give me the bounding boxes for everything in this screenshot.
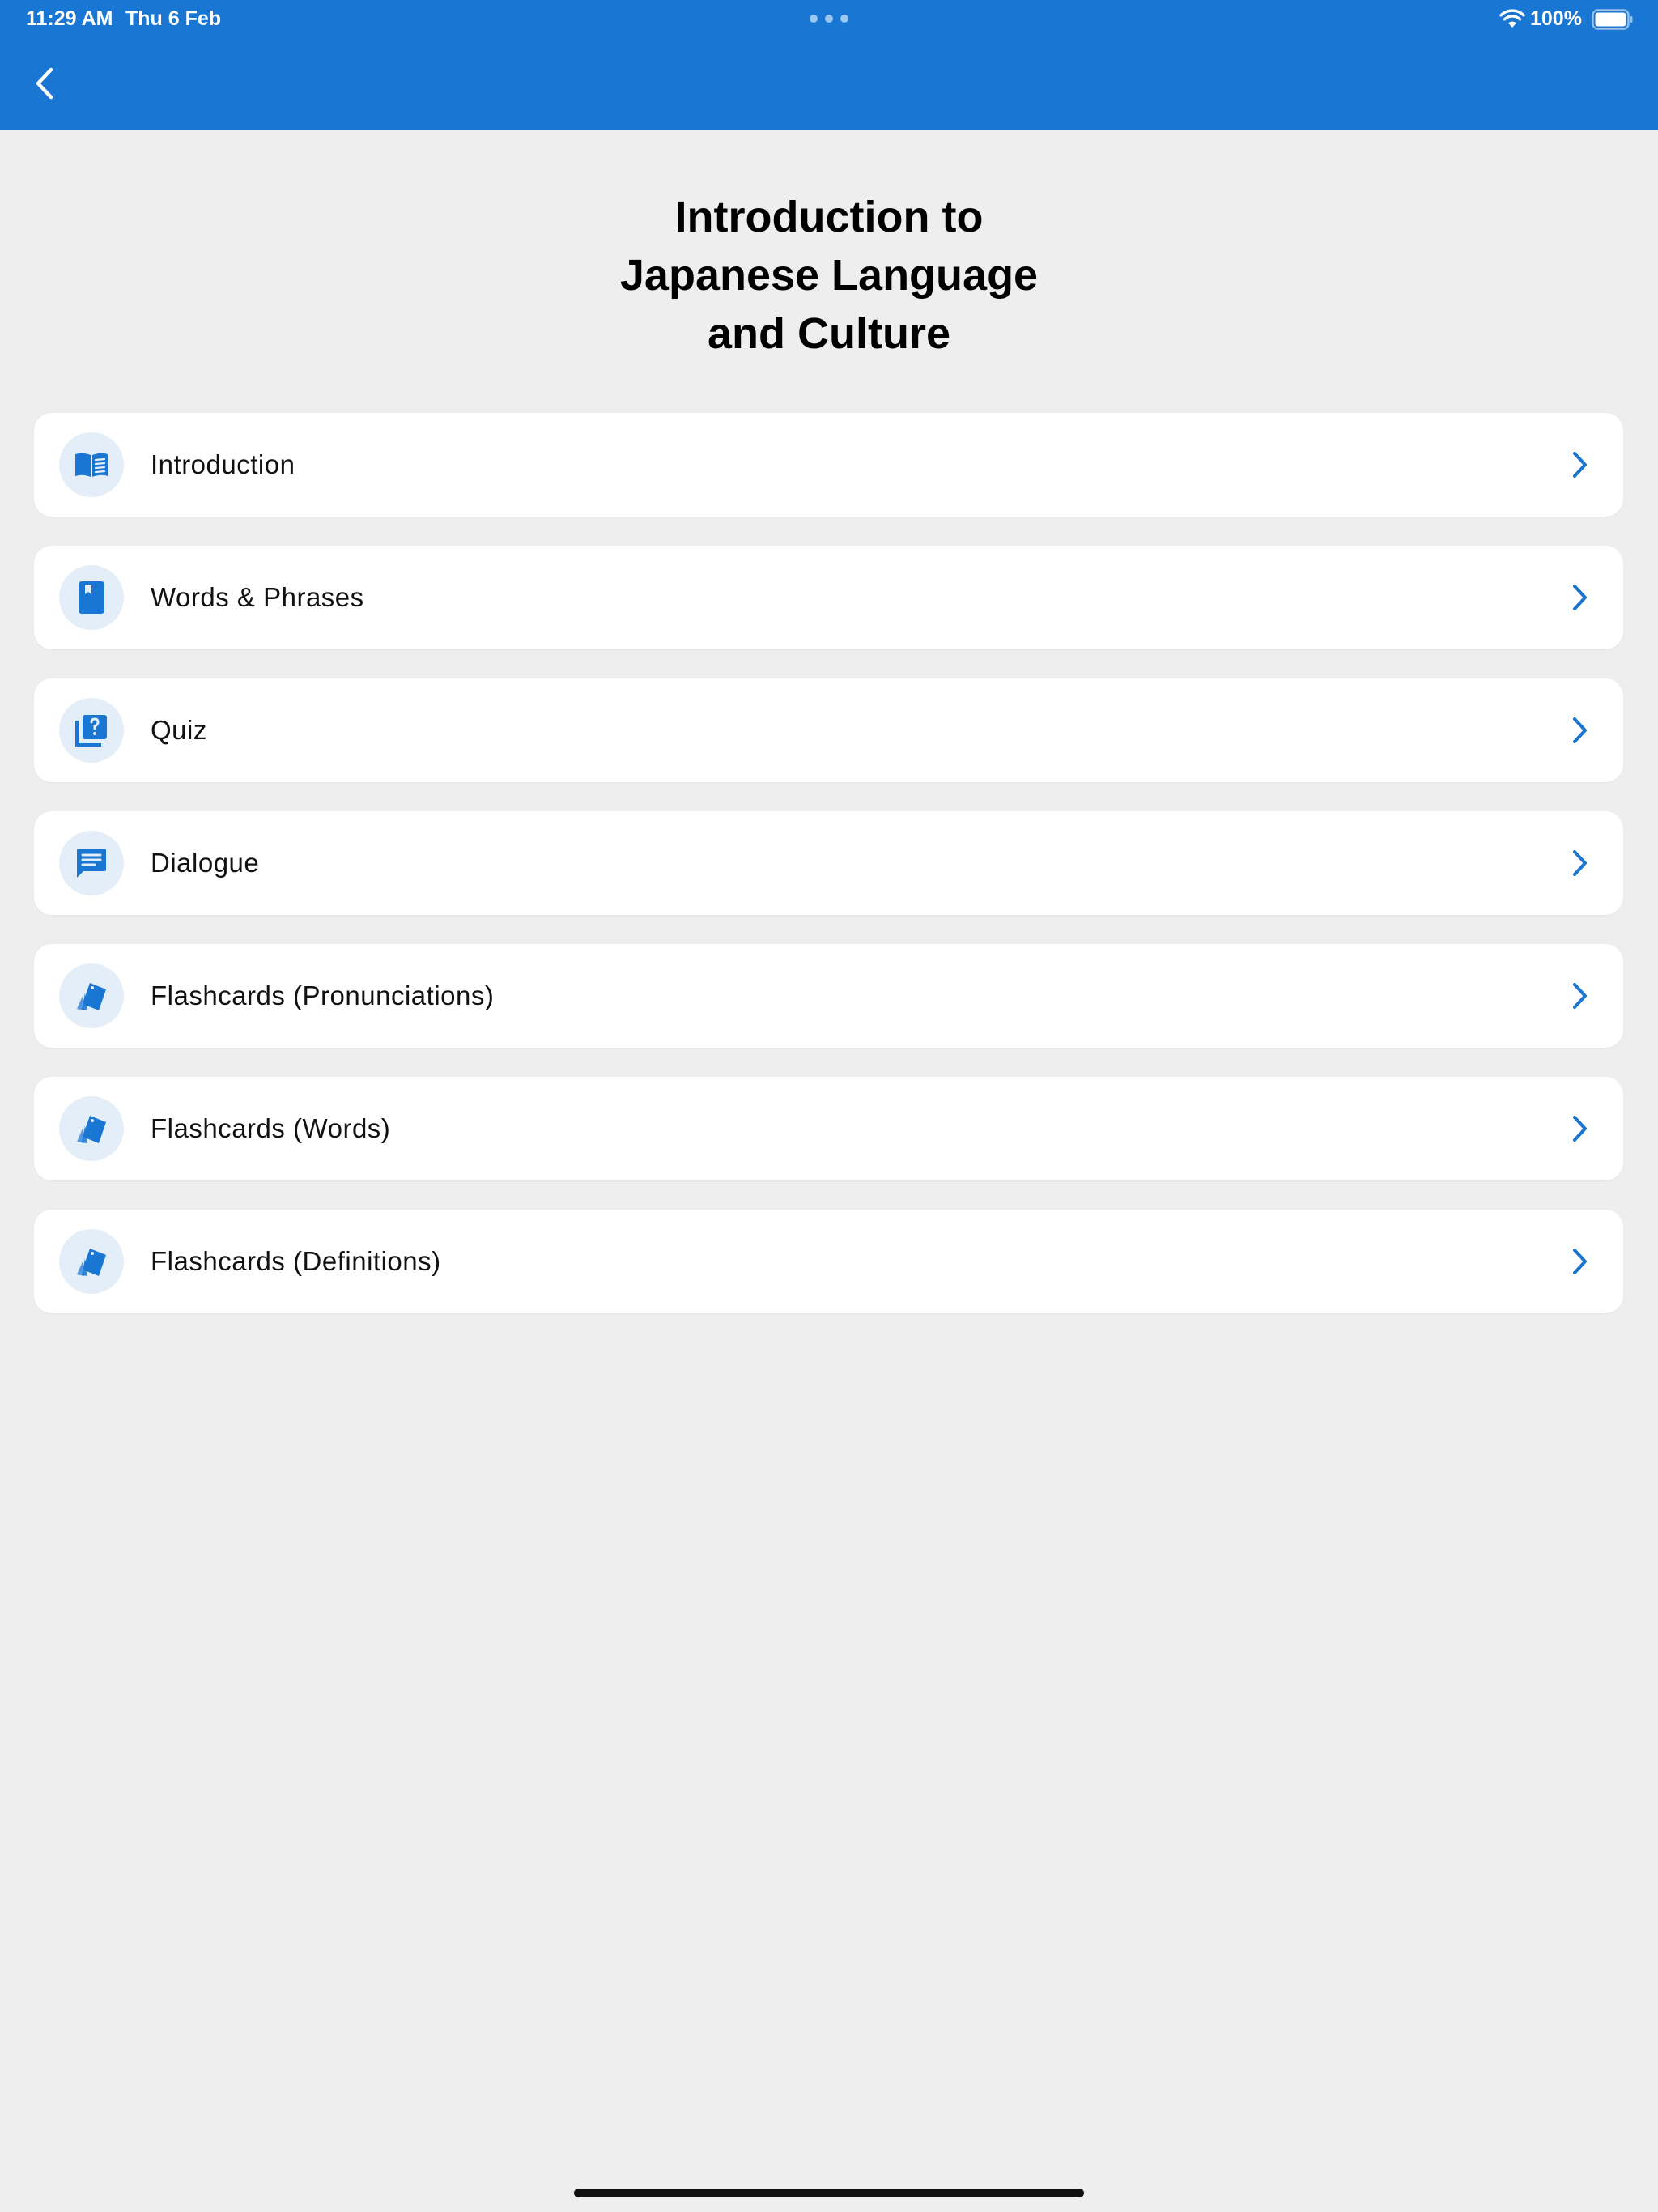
- menu-item-label: Flashcards (Pronunciations): [151, 981, 495, 1010]
- menu-icon-circle: [59, 565, 124, 630]
- menu-icon-circle: [59, 831, 124, 895]
- chevron-right-icon: [1573, 585, 1587, 610]
- menu-item-words-phrases[interactable]: Words & Phrases: [34, 546, 1623, 649]
- flashcards-icon: [77, 983, 106, 1010]
- menu-icon-circle: [59, 698, 124, 763]
- chevron-right-icon: [1573, 1116, 1587, 1142]
- home-indicator[interactable]: [574, 2189, 1084, 2197]
- page-title: Introduction to Japanese Language and Cu…: [619, 193, 1039, 358]
- menu-icon-circle: [59, 1229, 124, 1294]
- status-date: Thu 6 Feb: [125, 7, 222, 30]
- battery-percentage: 100%: [1530, 7, 1582, 30]
- menu-item-flashcards-pronunciations[interactable]: Flashcards (Pronunciations): [34, 944, 1623, 1048]
- chevron-right-icon: [1573, 983, 1587, 1009]
- menu-item-label: Flashcards (Words): [151, 1113, 391, 1143]
- menu-icon-circle: [59, 963, 124, 1028]
- menu-item-flashcards-definitions[interactable]: Flashcards (Definitions): [34, 1210, 1623, 1313]
- flashcards-icon: [77, 1116, 106, 1143]
- question-book-icon: [75, 715, 107, 747]
- menu-item-label: Flashcards (Definitions): [151, 1246, 441, 1276]
- battery-icon: [1592, 9, 1633, 30]
- chevron-left-icon: [36, 67, 53, 100]
- menu-item-flashcards-words[interactable]: Flashcards (Words): [34, 1077, 1623, 1180]
- chevron-right-icon: [1573, 1249, 1587, 1274]
- menu-item-label: Words & Phrases: [151, 582, 364, 612]
- menu-item-label: Introduction: [151, 449, 295, 479]
- wifi-icon: [1499, 9, 1525, 28]
- bookmark-book-icon: [79, 581, 104, 614]
- menu-item-dialogue[interactable]: Dialogue: [34, 811, 1623, 915]
- chevron-right-icon: [1573, 850, 1587, 876]
- status-time: 11:29 AM: [26, 7, 113, 30]
- menu-item-quiz[interactable]: Quiz: [34, 678, 1623, 782]
- multitasking-dots-icon[interactable]: [810, 15, 848, 23]
- open-book-icon: [75, 453, 108, 477]
- chevron-right-icon: [1573, 717, 1587, 743]
- menu-icon-circle: [59, 432, 124, 497]
- menu-list: Introduction Words & Phrases Quiz Dialog…: [34, 413, 1623, 1342]
- menu-item-introduction[interactable]: Introduction: [34, 413, 1623, 517]
- back-button[interactable]: [24, 63, 65, 104]
- menu-item-label: Dialogue: [151, 848, 260, 878]
- menu-icon-circle: [59, 1096, 124, 1161]
- chat-bubble-icon: [77, 849, 106, 878]
- flashcards-icon: [77, 1249, 106, 1276]
- chevron-right-icon: [1573, 452, 1587, 478]
- status-bar: 11:29 AM Thu 6 Feb 100%: [0, 0, 1658, 39]
- top-app-bar: 11:29 AM Thu 6 Feb 100%: [0, 0, 1658, 130]
- menu-item-label: Quiz: [151, 715, 207, 745]
